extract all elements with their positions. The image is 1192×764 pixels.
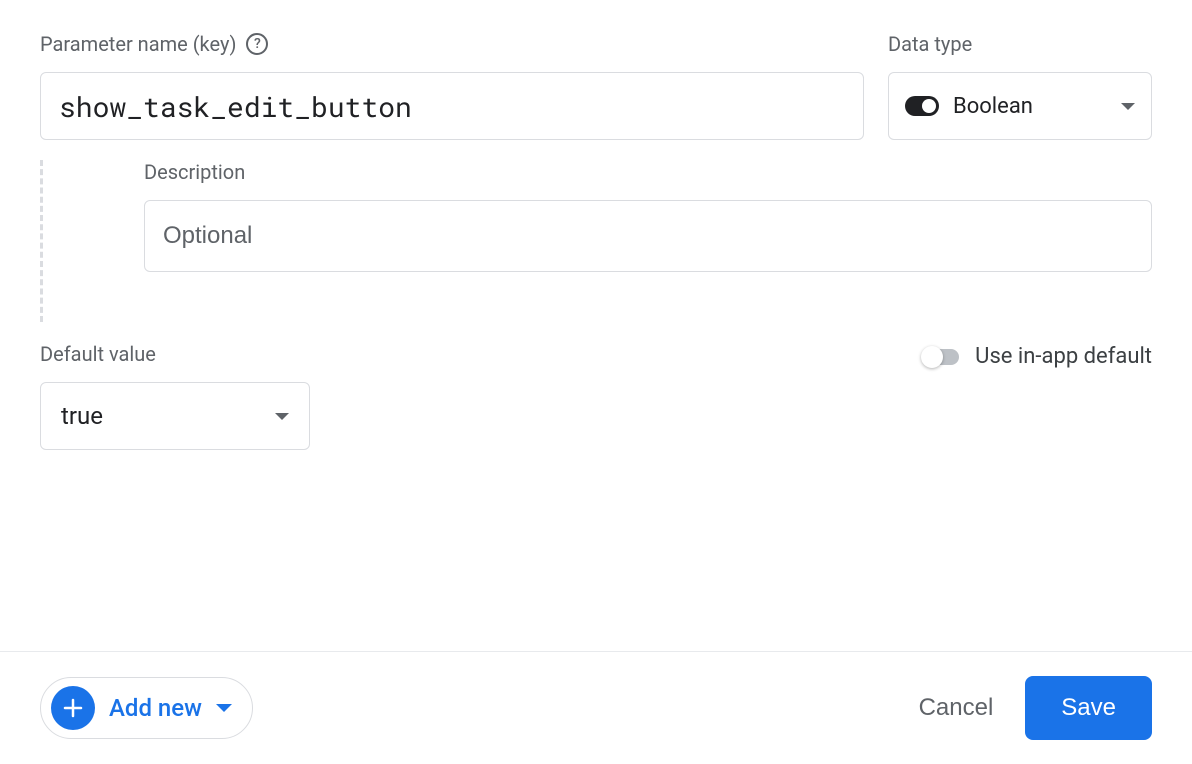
default-value-label-text: Default value <box>40 342 156 366</box>
use-in-app-default-label: Use in-app default <box>975 344 1152 369</box>
data-type-select[interactable]: Boolean <box>888 72 1152 140</box>
description-label-text: Description <box>144 160 245 184</box>
default-value-select[interactable]: true <box>40 382 310 450</box>
help-icon[interactable]: ? <box>246 33 268 55</box>
add-new-button[interactable]: Add new <box>40 677 253 739</box>
description-input[interactable] <box>144 200 1152 272</box>
plus-icon <box>51 686 95 730</box>
default-value-label: Default value <box>40 342 310 366</box>
footer-bar: Add new Cancel Save <box>0 651 1192 764</box>
parameter-name-label-text: Parameter name (key) <box>40 32 236 56</box>
cancel-button[interactable]: Cancel <box>919 694 994 722</box>
chevron-down-icon <box>1121 103 1135 110</box>
save-button[interactable]: Save <box>1025 676 1152 740</box>
description-label: Description <box>88 160 1152 184</box>
parameter-name-input[interactable] <box>40 72 864 140</box>
data-type-value: Boolean <box>953 94 1107 119</box>
footer-actions: Cancel Save <box>919 676 1152 740</box>
add-new-label: Add new <box>109 694 202 722</box>
data-type-section: Data type Boolean <box>888 32 1152 140</box>
description-section: Description <box>88 160 1152 272</box>
boolean-icon <box>905 96 939 116</box>
use-in-app-default-section: Use in-app default <box>921 344 1152 369</box>
parameter-name-label: Parameter name (key) ? <box>40 32 864 56</box>
default-value-section: Default value true <box>40 342 310 450</box>
data-type-label-text: Data type <box>888 32 972 56</box>
chevron-down-icon <box>275 413 289 420</box>
data-type-label: Data type <box>888 32 1152 56</box>
tree-connector <box>40 160 43 322</box>
parameter-name-section: Parameter name (key) ? <box>40 32 864 140</box>
chevron-down-icon <box>216 704 232 712</box>
use-in-app-default-toggle[interactable] <box>921 347 961 367</box>
default-value-text: true <box>61 402 103 430</box>
